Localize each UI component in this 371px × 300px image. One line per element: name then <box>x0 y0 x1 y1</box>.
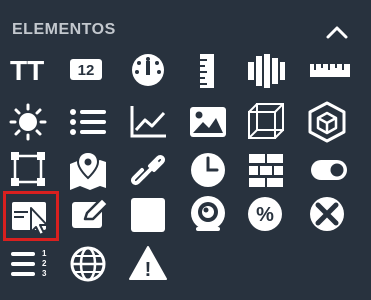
close-circle-icon[interactable] <box>305 192 349 236</box>
elements-grid: TT 12 % 1 2 3 ! <box>0 0 371 300</box>
sun-icon[interactable] <box>8 100 52 144</box>
window-cursor-icon[interactable] <box>3 191 59 241</box>
selection-frame-icon[interactable] <box>8 148 52 192</box>
list-icon[interactable] <box>68 100 112 144</box>
cube-outline-icon[interactable] <box>245 100 289 144</box>
pencil-box-icon[interactable] <box>68 192 112 236</box>
percent-glyph: % <box>256 204 274 226</box>
number-three: 3 <box>42 269 47 278</box>
link-icon[interactable] <box>128 148 172 192</box>
toggle-icon[interactable] <box>310 148 354 192</box>
3d-box-icon[interactable] <box>305 100 349 144</box>
stack-icon[interactable] <box>245 148 289 192</box>
map-pin-icon[interactable] <box>68 148 112 192</box>
number-two: 2 <box>42 259 47 268</box>
number-glyph: 12 <box>78 62 95 79</box>
clock-icon[interactable] <box>188 148 232 192</box>
horizontal-ruler-icon[interactable] <box>310 48 354 92</box>
vertical-ruler-icon[interactable] <box>188 48 232 92</box>
number-icon[interactable]: 12 <box>68 48 112 92</box>
square-icon[interactable] <box>128 192 172 236</box>
number-one: 1 <box>42 249 47 258</box>
numbered-list-icon[interactable]: 1 2 3 <box>8 242 52 286</box>
webcam-icon[interactable] <box>188 192 232 236</box>
text-size-glyph: TT <box>10 55 44 86</box>
warning-glyph: ! <box>145 259 152 281</box>
globe-icon[interactable] <box>68 242 112 286</box>
percent-icon[interactable]: % <box>245 192 289 236</box>
warning-icon[interactable]: ! <box>128 242 172 286</box>
image-icon[interactable] <box>188 100 232 144</box>
text-size-icon[interactable]: TT <box>8 48 52 92</box>
line-chart-icon[interactable] <box>128 100 172 144</box>
gauge-icon[interactable] <box>128 48 172 92</box>
bar-columns-icon[interactable] <box>245 48 289 92</box>
